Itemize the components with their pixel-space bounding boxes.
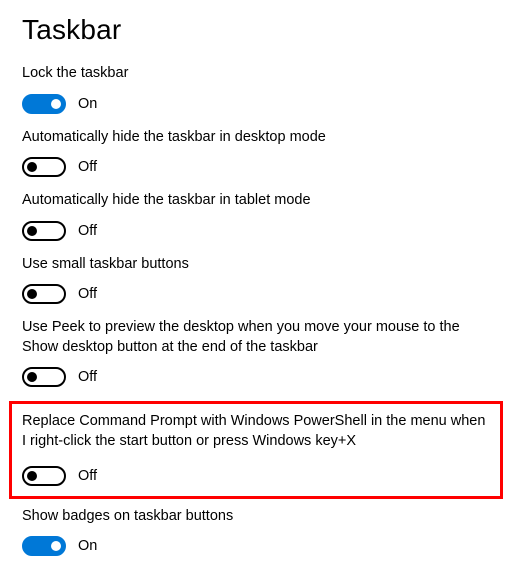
toggle-row: Off bbox=[22, 466, 490, 486]
toggle-state-label: On bbox=[78, 538, 97, 554]
setting-label: Automatically hide the taskbar in tablet… bbox=[22, 191, 493, 211]
toggle-lock-taskbar[interactable] bbox=[22, 94, 66, 114]
highlight-annotation: Replace Command Prompt with Windows Powe… bbox=[9, 401, 503, 498]
toggle-state-label: Off bbox=[78, 468, 97, 484]
setting-auto-hide-tablet: Automatically hide the taskbar in tablet… bbox=[22, 191, 493, 241]
toggle-state-label: Off bbox=[78, 369, 97, 385]
toggle-row: Off bbox=[22, 157, 493, 177]
toggle-knob-icon bbox=[27, 471, 37, 481]
toggle-state-label: Off bbox=[78, 286, 97, 302]
toggle-state-label: Off bbox=[78, 159, 97, 175]
setting-label: Use Peek to preview the desktop when you… bbox=[22, 318, 493, 357]
setting-auto-hide-desktop: Automatically hide the taskbar in deskto… bbox=[22, 128, 493, 178]
setting-peek-preview: Use Peek to preview the desktop when you… bbox=[22, 318, 493, 387]
toggle-row: On bbox=[22, 94, 493, 114]
toggle-knob-icon bbox=[51, 99, 61, 109]
toggle-peek-preview[interactable] bbox=[22, 367, 66, 387]
setting-show-badges: Show badges on taskbar buttons On bbox=[22, 507, 493, 557]
setting-label: Use small taskbar buttons bbox=[22, 255, 493, 275]
setting-label: Lock the taskbar bbox=[22, 64, 493, 84]
toggle-knob-icon bbox=[27, 162, 37, 172]
toggle-row: Off bbox=[22, 284, 493, 304]
toggle-small-buttons[interactable] bbox=[22, 284, 66, 304]
setting-label: Replace Command Prompt with Windows Powe… bbox=[22, 412, 490, 451]
toggle-show-badges[interactable] bbox=[22, 536, 66, 556]
toggle-knob-icon bbox=[27, 372, 37, 382]
toggle-state-label: On bbox=[78, 96, 97, 112]
toggle-replace-cmd-powershell[interactable] bbox=[22, 466, 66, 486]
toggle-auto-hide-desktop[interactable] bbox=[22, 157, 66, 177]
setting-lock-taskbar: Lock the taskbar On bbox=[22, 64, 493, 114]
toggle-row: On bbox=[22, 536, 493, 556]
toggle-row: Off bbox=[22, 221, 493, 241]
toggle-knob-icon bbox=[27, 289, 37, 299]
page-title: Taskbar bbox=[22, 14, 493, 46]
toggle-state-label: Off bbox=[78, 223, 97, 239]
toggle-row: Off bbox=[22, 367, 493, 387]
toggle-knob-icon bbox=[27, 226, 37, 236]
setting-small-buttons: Use small taskbar buttons Off bbox=[22, 255, 493, 305]
toggle-auto-hide-tablet[interactable] bbox=[22, 221, 66, 241]
setting-label: Automatically hide the taskbar in deskto… bbox=[22, 128, 493, 148]
toggle-knob-icon bbox=[51, 541, 61, 551]
setting-label: Show badges on taskbar buttons bbox=[22, 507, 493, 527]
setting-replace-cmd-powershell: Replace Command Prompt with Windows Powe… bbox=[22, 412, 490, 485]
